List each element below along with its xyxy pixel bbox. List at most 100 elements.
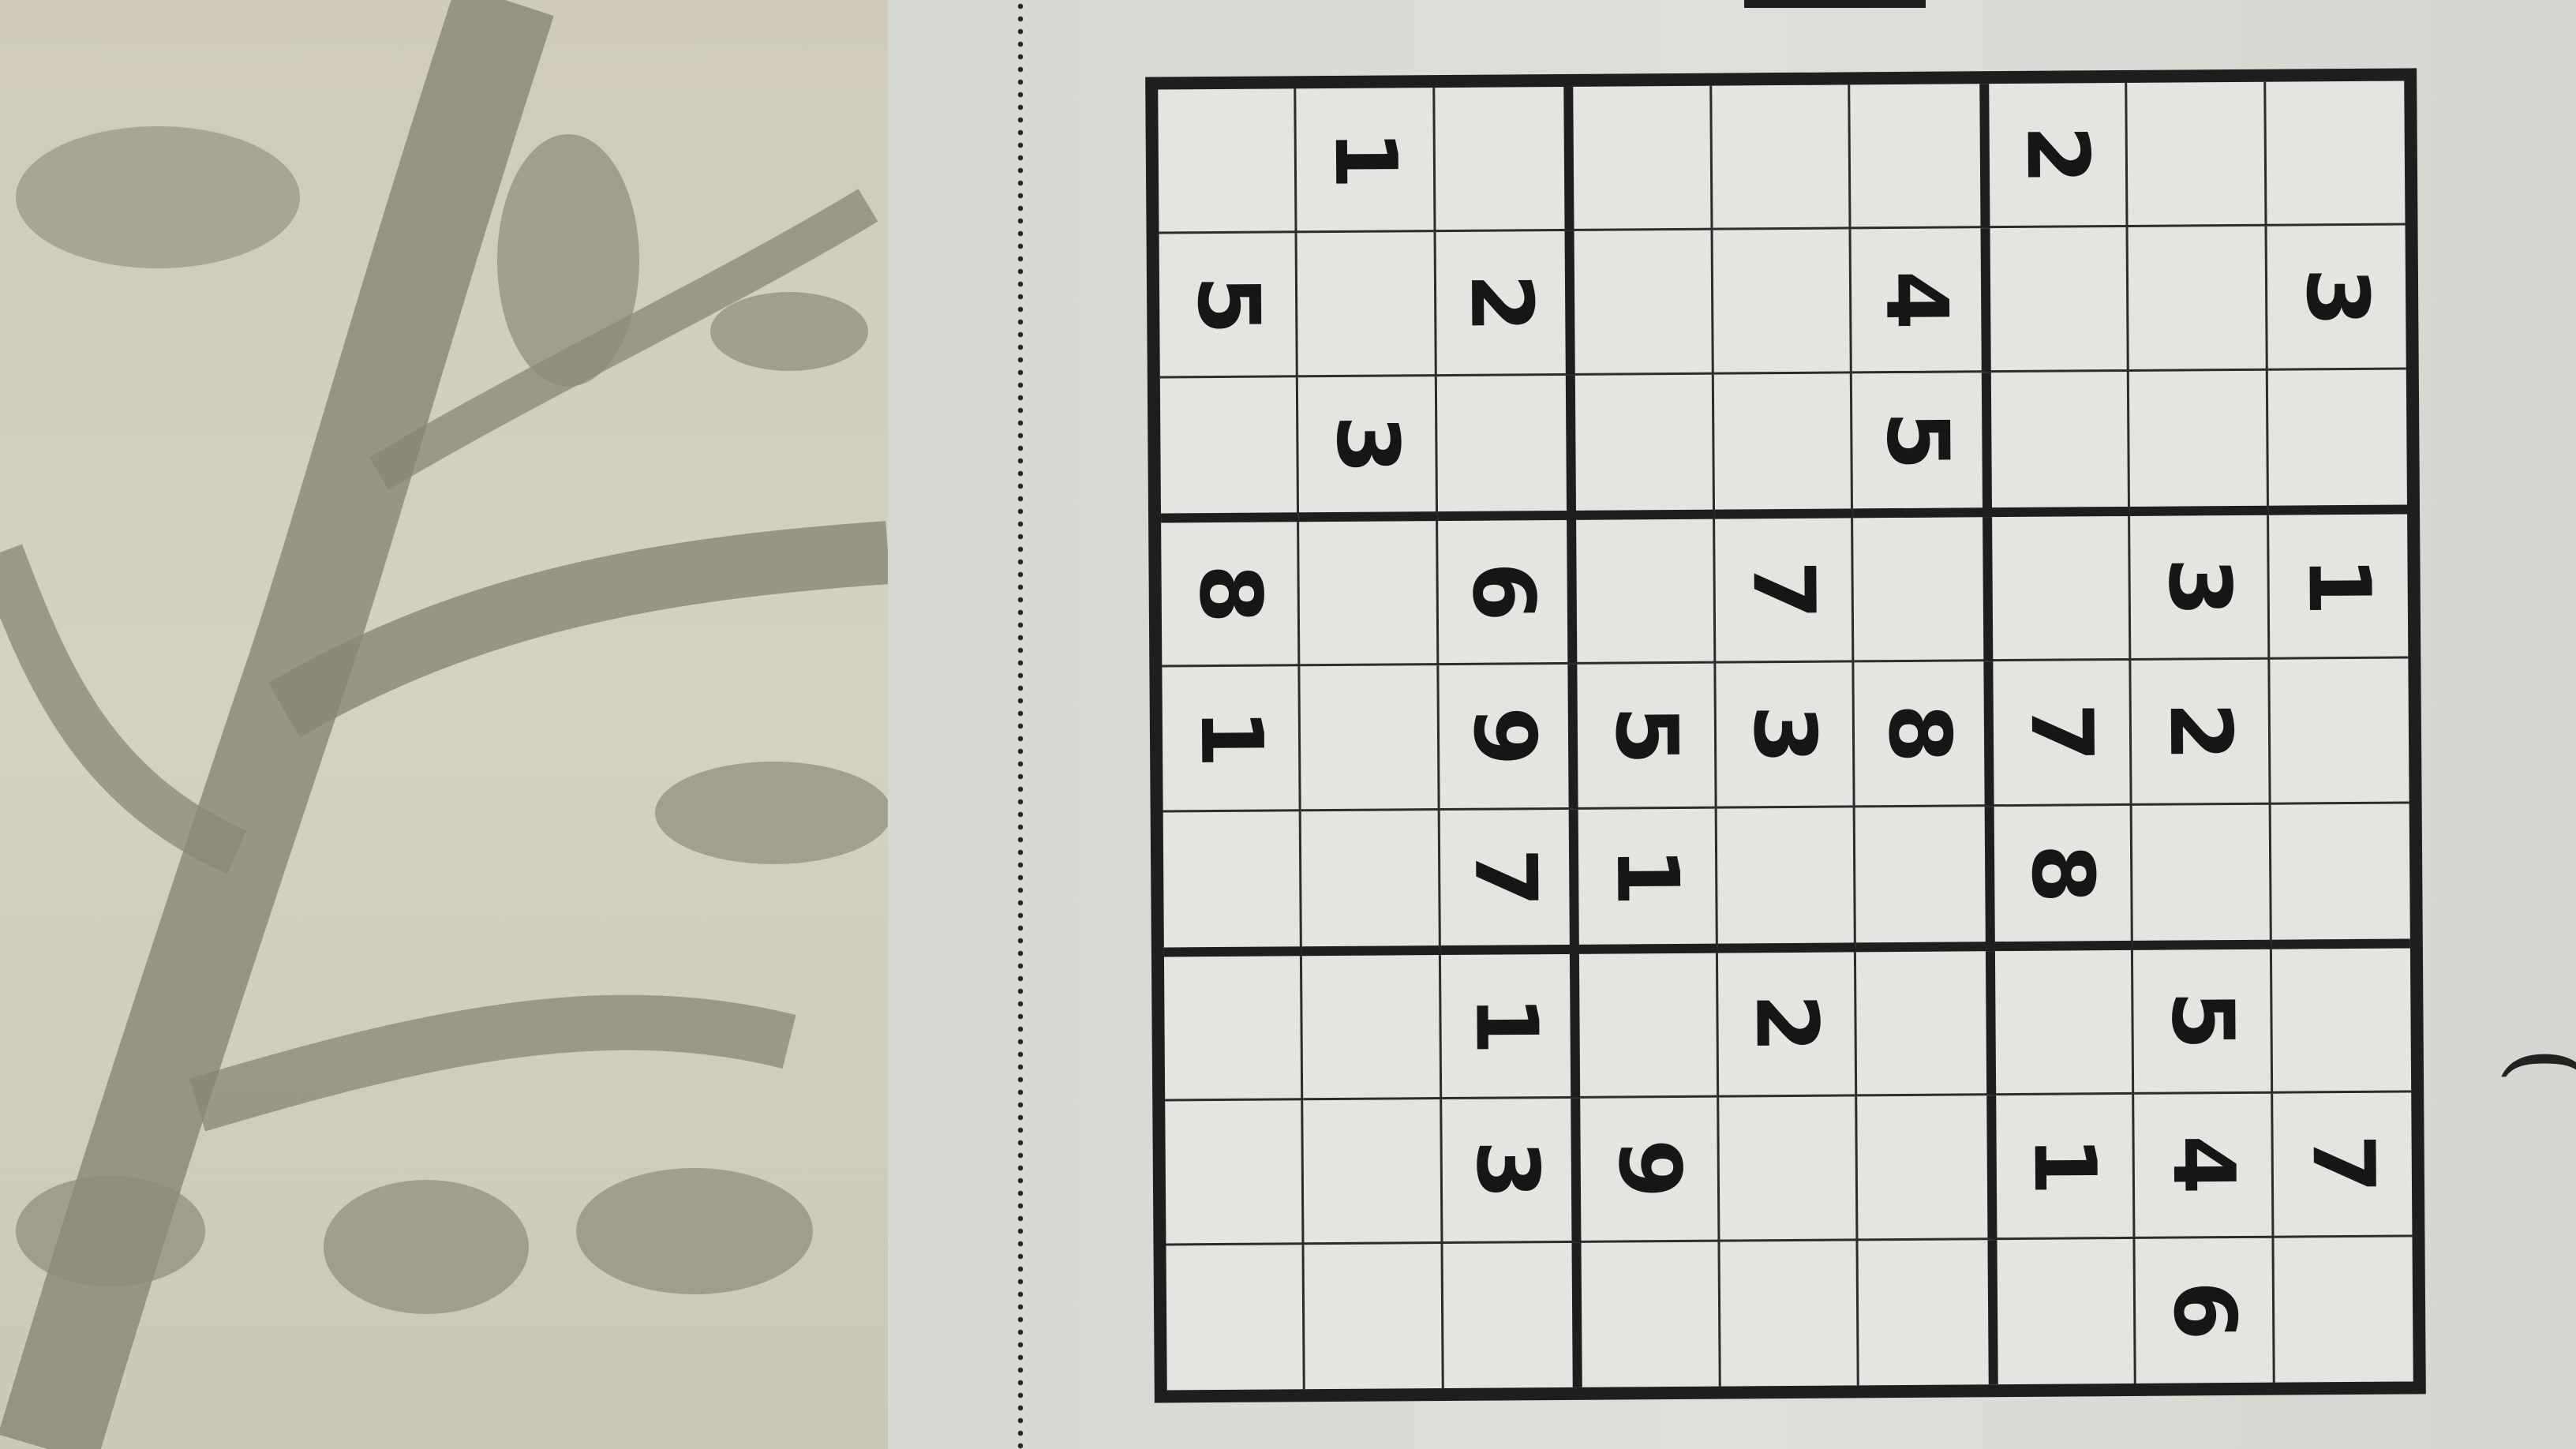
sudoku-cell[interactable]: 1 — [1995, 1094, 2136, 1241]
sudoku-cell[interactable] — [1718, 1096, 1859, 1242]
sudoku-cell[interactable]: 8 — [1854, 661, 1994, 807]
cell-digit: 4 — [2153, 1135, 2252, 1196]
sudoku-cell[interactable]: 3 — [1298, 376, 1438, 522]
sudoku-cell[interactable] — [2267, 369, 2408, 516]
sudoku-cell[interactable] — [1159, 377, 1300, 523]
sudoku-cell[interactable] — [1165, 1100, 1305, 1246]
sudoku-cell[interactable] — [2132, 804, 2272, 950]
cell-digit: 1 — [2289, 556, 2388, 616]
sudoku-cell[interactable] — [2129, 370, 2269, 517]
sudoku-cell[interactable] — [2274, 1237, 2413, 1382]
sudoku-cell[interactable] — [1576, 519, 1717, 665]
cell-digit: 7 — [2293, 1133, 2392, 1194]
cell-digit: 1 — [1597, 846, 1697, 907]
sudoku-cell[interactable] — [1166, 1245, 1306, 1391]
sudoku-cell[interactable]: 1 — [2268, 514, 2409, 661]
sudoku-cell[interactable] — [1163, 955, 1304, 1102]
sudoku-cell[interactable] — [1300, 665, 1440, 811]
cell-digit: 7 — [2012, 702, 2111, 763]
cell-digit: 3 — [1735, 704, 1834, 765]
sudoku-cell[interactable] — [1994, 949, 2135, 1095]
cell-digit: 9 — [1599, 1139, 1699, 1200]
sudoku-cell[interactable] — [1573, 85, 1713, 231]
photo-background — [0, 0, 888, 1449]
sudoku-cell[interactable]: 4 — [1851, 228, 1991, 374]
sudoku-cell[interactable] — [1713, 373, 1854, 519]
sudoku-cell[interactable]: 2 — [1717, 952, 1858, 1098]
sudoku-cell[interactable]: 1 — [1162, 666, 1302, 813]
sudoku-cell[interactable] — [1990, 372, 2131, 518]
sudoku-cell[interactable]: 7 — [1714, 518, 1855, 665]
cell-digit: 6 — [2154, 1280, 2254, 1341]
sudoku-cell[interactable]: 8 — [1994, 805, 2134, 951]
sudoku-cell[interactable] — [1299, 521, 1440, 667]
sudoku-cell[interactable] — [1163, 811, 1303, 957]
sudoku-cell[interactable]: 3 — [2130, 515, 2270, 661]
sudoku-cell[interactable]: 5 — [2133, 949, 2273, 1095]
sudoku-cell[interactable]: 6 — [2135, 1237, 2275, 1383]
sudoku-cell[interactable]: 2 — [1436, 230, 1576, 377]
sudoku-cell[interactable] — [1857, 1095, 1998, 1241]
sudoku-cell[interactable] — [2271, 948, 2412, 1094]
sudoku-cell[interactable] — [1579, 953, 1719, 1099]
sudoku-cell[interactable] — [2128, 226, 2268, 373]
sudoku-cell[interactable]: 2 — [1988, 82, 2129, 229]
sudoku-cell[interactable] — [1436, 376, 1577, 522]
sudoku-cell[interactable] — [1850, 84, 1990, 230]
sudoku-cell[interactable] — [1717, 807, 1857, 953]
sudoku-cell[interactable]: 7 — [1993, 661, 2132, 807]
sudoku-cell[interactable] — [1991, 516, 2132, 662]
sudoku-cell[interactable]: 1 — [1296, 88, 1436, 234]
sudoku-cell[interactable]: 5 — [1577, 664, 1717, 810]
sudoku-cell[interactable] — [1297, 232, 1437, 378]
cell-digit: 6 — [1453, 561, 1553, 622]
sudoku-cell[interactable] — [1435, 86, 1574, 233]
sudoku-cell[interactable] — [1713, 229, 1853, 375]
sudoku-cell[interactable] — [1720, 1241, 1859, 1387]
sudoku-cell[interactable] — [1997, 1238, 2136, 1385]
sudoku-cell[interactable]: 3 — [2267, 225, 2406, 371]
sudoku-cell[interactable] — [1855, 806, 1995, 953]
header-mark — [1744, 0, 1926, 8]
sudoku-cell[interactable] — [1158, 88, 1297, 234]
sudoku-cell[interactable]: 5 — [1852, 373, 1992, 519]
sudoku-cell[interactable] — [1302, 954, 1443, 1101]
sudoku-cell[interactable] — [2271, 803, 2410, 949]
sudoku-cell[interactable] — [1304, 1243, 1444, 1390]
cell-digit: 2 — [2150, 701, 2250, 762]
sudoku-cell[interactable]: 9 — [1580, 1097, 1720, 1243]
cell-digit: 7 — [1455, 847, 1555, 908]
sudoku-cell[interactable]: 7 — [2272, 1092, 2413, 1238]
sudoku-cell[interactable] — [1853, 517, 1994, 663]
sudoku-cell[interactable] — [1575, 374, 1715, 521]
sudoku-cell[interactable] — [1574, 230, 1714, 376]
cell-digit: 8 — [1870, 703, 1969, 764]
cell-digit: 1 — [2014, 1136, 2114, 1196]
sudoku-cell[interactable]: 8 — [1161, 522, 1301, 668]
sudoku-cell[interactable] — [1712, 84, 1852, 230]
sudoku-cell[interactable]: 1 — [1440, 953, 1581, 1099]
sudoku-cell[interactable]: 9 — [1439, 665, 1578, 811]
sudoku-cell[interactable] — [1581, 1241, 1721, 1387]
sudoku-cell[interactable]: 3 — [1442, 1098, 1582, 1244]
sudoku-cell[interactable]: 6 — [1437, 520, 1578, 666]
sudoku-cell[interactable]: 5 — [1159, 233, 1299, 379]
sudoku-cell[interactable]: 1 — [1578, 808, 1718, 954]
sudoku-cell[interactable]: 3 — [1716, 662, 1855, 809]
sudoku-cell[interactable] — [1301, 810, 1441, 956]
sudoku-cell[interactable]: 2 — [2131, 660, 2271, 806]
sudoku-cell[interactable] — [1443, 1242, 1583, 1389]
cell-digit: 5 — [1596, 705, 1696, 766]
sudoku-cell[interactable] — [1990, 227, 2129, 373]
cell-digit: 5 — [2152, 990, 2252, 1051]
sudoku-cell[interactable] — [2265, 80, 2406, 227]
sudoku-cell[interactable]: 4 — [2134, 1093, 2275, 1239]
sudoku-cell[interactable] — [2127, 81, 2267, 228]
sudoku-cell[interactable]: 7 — [1440, 809, 1580, 955]
cell-digit: 3 — [2286, 267, 2387, 328]
sudoku-cell[interactable] — [1858, 1240, 1998, 1386]
cell-digit: 3 — [1457, 1140, 1557, 1200]
sudoku-cell[interactable] — [1856, 950, 1996, 1097]
sudoku-cell[interactable] — [2269, 658, 2409, 805]
sudoku-cell[interactable] — [1303, 1099, 1443, 1245]
